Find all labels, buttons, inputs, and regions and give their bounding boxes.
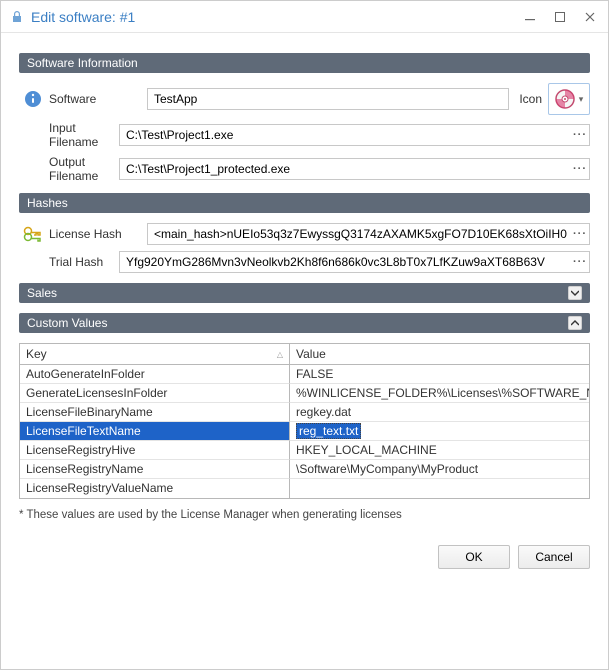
table-row[interactable]: GenerateLicensesInFolder%WINLICENSE_FOLD… bbox=[20, 384, 589, 403]
icon-picker[interactable]: ▾ bbox=[548, 83, 590, 115]
close-button[interactable] bbox=[582, 9, 598, 25]
column-header-key[interactable]: Key △ bbox=[20, 344, 290, 365]
cell-value[interactable]: \Software\MyCompany\MyProduct bbox=[290, 460, 589, 479]
minimize-button[interactable] bbox=[522, 9, 538, 25]
input-filename-label: Input Filename bbox=[19, 121, 119, 149]
key-icon bbox=[19, 226, 47, 242]
ok-button[interactable]: OK bbox=[438, 545, 510, 569]
cell-value[interactable]: regkey.dat bbox=[290, 403, 589, 422]
custom-values-table[interactable]: Key △ Value AutoGenerateInFolderFALSEGen… bbox=[19, 343, 590, 499]
software-label: Software bbox=[47, 92, 147, 106]
cell-value[interactable]: reg_text.txt bbox=[290, 422, 589, 441]
license-hash-more-button[interactable]: ··· bbox=[573, 228, 587, 240]
table-row[interactable]: LicenseRegistryName\Software\MyCompany\M… bbox=[20, 460, 589, 479]
section-header-hashes: Hashes bbox=[19, 193, 590, 213]
section-title: Software Information bbox=[27, 53, 138, 73]
cell-value[interactable]: FALSE bbox=[290, 365, 589, 384]
window-title: Edit software: #1 bbox=[31, 9, 522, 25]
cell-value[interactable]: HKEY_LOCAL_MACHINE bbox=[290, 441, 589, 460]
trial-hash-field[interactable] bbox=[119, 251, 590, 273]
section-title: Sales bbox=[27, 283, 57, 303]
output-filename-label: Output Filename bbox=[19, 155, 119, 183]
disc-icon bbox=[555, 89, 575, 109]
table-row[interactable]: LicenseFileTextNamereg_text.txt bbox=[20, 422, 589, 441]
section-title: Custom Values bbox=[27, 313, 107, 333]
expand-icon[interactable] bbox=[568, 286, 582, 300]
collapse-icon[interactable] bbox=[568, 316, 582, 330]
footnote: * These values are used by the License M… bbox=[19, 509, 590, 521]
license-hash-label: License Hash bbox=[47, 227, 147, 241]
column-header-value[interactable]: Value bbox=[290, 344, 589, 365]
section-header-sales[interactable]: Sales bbox=[19, 283, 590, 303]
cancel-button[interactable]: Cancel bbox=[518, 545, 590, 569]
maximize-button[interactable] bbox=[552, 9, 568, 25]
input-filename-field[interactable] bbox=[119, 124, 590, 146]
cell-key[interactable]: LicenseRegistryHive bbox=[20, 441, 290, 460]
trial-hash-more-button[interactable]: ··· bbox=[573, 256, 587, 268]
table-row[interactable]: AutoGenerateInFolderFALSE bbox=[20, 365, 589, 384]
cell-value[interactable]: %WINLICENSE_FOLDER%\Licenses\%SOFTWARE_N bbox=[290, 384, 589, 403]
cell-key[interactable]: LicenseRegistryValueName bbox=[20, 479, 290, 498]
section-header-software-info: Software Information bbox=[19, 53, 590, 73]
table-row[interactable]: LicenseFileBinaryNameregkey.dat bbox=[20, 403, 589, 422]
trial-hash-label: Trial Hash bbox=[19, 255, 119, 269]
table-row[interactable]: LicenseRegistryHiveHKEY_LOCAL_MACHINE bbox=[20, 441, 589, 460]
cell-key[interactable]: GenerateLicensesInFolder bbox=[20, 384, 290, 403]
section-title: Hashes bbox=[27, 193, 68, 213]
section-header-custom-values[interactable]: Custom Values bbox=[19, 313, 590, 333]
info-icon bbox=[19, 90, 47, 108]
table-row[interactable]: LicenseRegistryValueName bbox=[20, 479, 589, 498]
cell-key[interactable]: LicenseFileTextName bbox=[20, 422, 290, 441]
lock-icon bbox=[9, 9, 25, 25]
cell-value[interactable] bbox=[290, 479, 589, 498]
output-filename-field[interactable] bbox=[119, 158, 590, 180]
browse-output-button[interactable]: ··· bbox=[573, 163, 587, 175]
software-input[interactable] bbox=[147, 88, 509, 110]
chevron-down-icon: ▾ bbox=[579, 94, 584, 105]
cell-key[interactable]: LicenseRegistryName bbox=[20, 460, 290, 479]
cell-key[interactable]: AutoGenerateInFolder bbox=[20, 365, 290, 384]
browse-input-button[interactable]: ··· bbox=[573, 129, 587, 141]
sort-asc-icon: △ bbox=[277, 350, 283, 359]
license-hash-field[interactable] bbox=[147, 223, 590, 245]
icon-label: Icon bbox=[519, 92, 542, 106]
titlebar: Edit software: #1 bbox=[1, 1, 608, 33]
cell-key[interactable]: LicenseFileBinaryName bbox=[20, 403, 290, 422]
